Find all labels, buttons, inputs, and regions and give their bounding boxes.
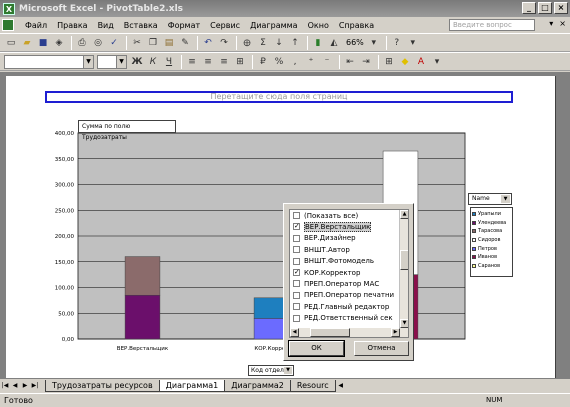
- filter-list-item[interactable]: РЕД.Главный редактор: [290, 301, 408, 312]
- legend-item: Урапыли: [472, 210, 511, 219]
- y-tick-label: 0,00: [62, 337, 75, 343]
- legend-label: Тарасова: [478, 228, 503, 235]
- prev-sheet-icon[interactable]: ◀: [10, 380, 20, 391]
- next-sheet-icon[interactable]: ▶: [20, 380, 30, 391]
- filter-checkbox[interactable]: [293, 257, 300, 265]
- filter-checkbox[interactable]: [293, 246, 300, 254]
- axis-field-label: Код отдела: [251, 367, 288, 374]
- legend-label: Сидоров: [478, 237, 501, 244]
- legend-item: Иванов: [472, 253, 511, 262]
- y-tick-label: 400,00: [55, 131, 75, 137]
- legend-swatch: [472, 246, 476, 251]
- scroll-up-button[interactable]: ▲: [400, 210, 408, 219]
- filter-checkbox[interactable]: [293, 314, 300, 322]
- horizontal-scrollbar[interactable]: ◀ ▶: [290, 328, 400, 337]
- legend-item: Улендеева: [472, 219, 511, 228]
- status-text: Готово: [4, 396, 33, 405]
- filter-list-item[interactable]: ВНШТ.Фотомодель: [290, 256, 408, 267]
- filter-item-label: ПРЕП.Оператор МАС: [304, 280, 380, 289]
- filter-item-label: ПРЕП.Оператор печатни: [304, 291, 395, 300]
- filter-checkbox[interactable]: ✓: [293, 268, 300, 276]
- filter-item-label: ВНШТ.Фотомодель: [304, 257, 375, 266]
- legend-label: Иванов: [478, 254, 498, 261]
- y-tick-label: 50,00: [58, 311, 74, 317]
- legend-item: Тарасова: [472, 227, 511, 236]
- legend-item: Сидоров: [472, 236, 511, 245]
- sheet-tab[interactable]: Трудозатраты ресурсов: [45, 379, 160, 392]
- y-tick-label: 350,00: [55, 157, 75, 163]
- legend-swatch: [472, 220, 476, 225]
- sheet-tab[interactable]: Resourc: [289, 379, 336, 392]
- filter-checkbox[interactable]: [293, 280, 300, 288]
- legend-label: Саранов: [478, 262, 501, 269]
- scroll-down-button[interactable]: ▼: [400, 319, 408, 328]
- chevron-down-icon[interactable]: ▼: [284, 367, 292, 374]
- filter-list-item[interactable]: ПРЕП.Оператор печатни: [290, 290, 408, 301]
- num-lock-indicator: NUM: [486, 396, 503, 404]
- filter-checkbox[interactable]: [293, 234, 300, 242]
- sheet-tabs-bar: |◀ ◀ ▶ ▶| Трудозатраты ресурсов Диаграмм…: [0, 378, 570, 392]
- filter-item-label: ВНШТ.Автор: [304, 245, 350, 254]
- legend-swatch: [472, 238, 476, 243]
- scroll-thumb[interactable]: [400, 250, 408, 270]
- first-sheet-icon[interactable]: |◀: [0, 380, 10, 391]
- bar-segment: [124, 294, 161, 340]
- y-tick-label: 250,00: [55, 208, 75, 214]
- filter-list[interactable]: (Показать все) ✓ ВЕР.Верстальщик ВЕР.Дизайн…: [289, 209, 409, 338]
- field-filter-dropdown[interactable]: (Показать все) ✓ ВЕР.Верстальщик ВЕР.Дизайн…: [283, 203, 414, 361]
- sheet-tab-active[interactable]: Диаграмма1: [158, 379, 226, 392]
- y-tick-label: 150,00: [55, 260, 75, 266]
- legend-field-button[interactable]: Name ▼: [468, 193, 512, 205]
- status-bar: Готово NUM: [0, 393, 570, 407]
- filter-item-label: ВЕР.Верстальщик: [304, 222, 372, 233]
- y-tick-label: 200,00: [55, 234, 75, 240]
- scroll-right-button[interactable]: ▶: [391, 328, 400, 337]
- page-field-drop-zone[interactable]: Перетащите сюда поля страниц: [45, 91, 513, 103]
- legend-swatch: [472, 263, 476, 268]
- filter-item-label: ВЕР.Дизайнер: [304, 234, 356, 243]
- legend-field-label: Name: [472, 195, 490, 202]
- vertical-scrollbar[interactable]: ▲ ▼: [399, 210, 408, 337]
- filter-list-item[interactable]: ВНШТ.Автор: [290, 244, 408, 255]
- ok-button[interactable]: ОК: [288, 340, 345, 357]
- filter-list-item[interactable]: ✓ ВЕР.Верстальщик: [290, 221, 408, 233]
- tab-scroll-icon[interactable]: ◀: [336, 380, 346, 391]
- cancel-button[interactable]: Отмена: [354, 341, 409, 356]
- legend-item: Петров: [472, 244, 511, 253]
- legend-swatch: [472, 212, 476, 217]
- filter-list-item[interactable]: ВЕР.Дизайнер: [290, 233, 408, 244]
- filter-checkbox[interactable]: [293, 291, 300, 299]
- legend-item: Саранов: [472, 262, 511, 271]
- filter-list-item[interactable]: ПРЕП.Оператор МАС: [290, 278, 408, 289]
- filter-checkbox[interactable]: [293, 212, 300, 219]
- filter-item-label: РЕД.Главный редактор: [304, 302, 390, 311]
- x-tick-label: ВЕР.Верстальщик: [117, 346, 169, 352]
- filter-list-item[interactable]: (Показать все): [290, 210, 408, 221]
- legend-label: Улендеева: [478, 219, 507, 226]
- data-field-button[interactable]: Сумма по полю Трудозатраты: [78, 120, 176, 141]
- hscroll-thumb[interactable]: [310, 328, 350, 337]
- filter-item-label: КОР.Корректор: [304, 268, 361, 277]
- filter-item-label: РЕД.Ответственный сек: [304, 314, 393, 323]
- scroll-left-button[interactable]: ◀: [290, 328, 299, 337]
- legend-swatch: [472, 229, 476, 234]
- axis-field-button[interactable]: Код отдела ▼: [248, 365, 294, 376]
- sheet-tab[interactable]: Диаграмма2: [224, 379, 291, 392]
- y-tick-label: 300,00: [55, 183, 75, 189]
- filter-list-item[interactable]: РЕД.Ответственный сек: [290, 313, 408, 324]
- chevron-down-icon[interactable]: ▼: [501, 195, 510, 203]
- filter-checkbox[interactable]: [293, 303, 300, 311]
- bar-segment: [124, 256, 161, 296]
- chart-legend[interactable]: Урапыли Улендеева Тарасова Сидоров Петров Ива…: [470, 207, 513, 277]
- legend-label: Петров: [478, 245, 497, 252]
- filter-item-label: (Показать все): [304, 211, 359, 220]
- filter-checkbox[interactable]: ✓: [293, 223, 300, 231]
- y-tick-label: 100,00: [55, 286, 75, 292]
- filter-list-item[interactable]: ✓ КОР.Корректор: [290, 267, 408, 278]
- legend-swatch: [472, 255, 476, 260]
- legend-label: Урапыли: [478, 211, 501, 218]
- last-sheet-icon[interactable]: ▶|: [30, 380, 40, 391]
